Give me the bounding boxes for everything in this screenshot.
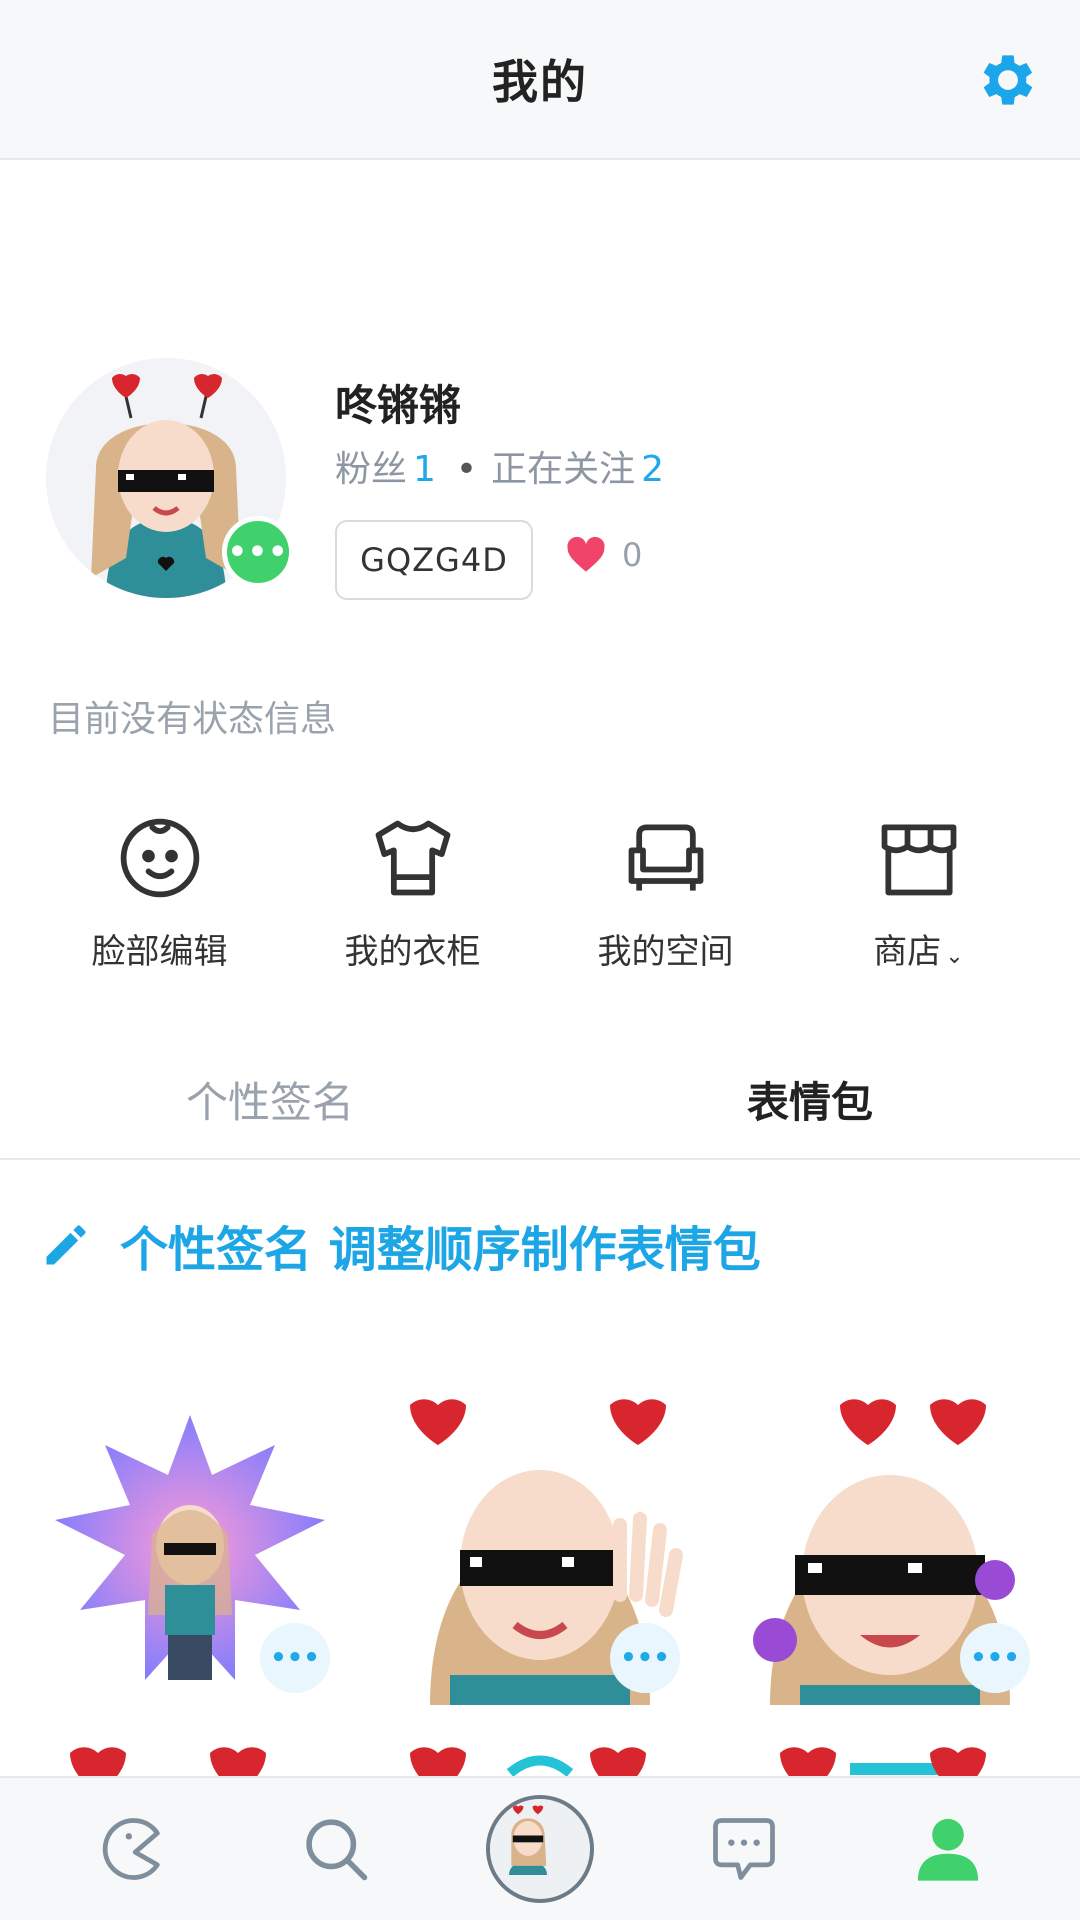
chat-icon xyxy=(713,1818,775,1880)
heart-icon xyxy=(567,536,605,572)
action-label: 脸部编辑 xyxy=(91,932,228,972)
pencil-icon xyxy=(46,1225,86,1265)
likes-count: 0 xyxy=(622,536,643,574)
avatar-icon xyxy=(486,1795,594,1903)
sticker-item[interactable]: ••• xyxy=(390,1395,690,1705)
action-label: 我的衣柜 xyxy=(344,932,481,972)
tab-stickers[interactable]: 表情包 xyxy=(540,1040,1080,1158)
nav-home[interactable] xyxy=(77,1794,187,1904)
nav-avatar-image xyxy=(490,1799,566,1875)
following-label[interactable]: 正在关注 xyxy=(491,449,635,490)
nav-search[interactable] xyxy=(281,1794,391,1904)
sticker-more-button[interactable]: ••• xyxy=(260,1623,330,1693)
username: 咚锵锵 xyxy=(335,381,462,430)
tab-signature[interactable]: 个性签名 xyxy=(0,1040,540,1158)
page-title: 我的 xyxy=(492,55,588,109)
sticker-more-button[interactable]: ••• xyxy=(960,1623,1030,1693)
gear-icon[interactable] xyxy=(974,46,1042,114)
status-message[interactable]: 目前没有状态信息 xyxy=(48,690,336,742)
edit-banner-text: 个性签名 调整顺序制作表情包 xyxy=(120,1222,761,1278)
fans-count[interactable]: 1 xyxy=(413,449,436,490)
profile-avatar[interactable]: ••• xyxy=(46,358,294,598)
profile-screen: 我的 ••• 咚锵锵 粉丝 1 • 正在关注 2 GQZG4D 0 目前没有状态… xyxy=(0,0,1080,1920)
user-code-chip[interactable]: GQZG4D xyxy=(335,520,533,600)
avatar-more-button[interactable]: ••• xyxy=(222,516,294,588)
profile-icon xyxy=(917,1818,979,1881)
sticker-item[interactable]: ••• xyxy=(740,1395,1040,1705)
shirt-icon xyxy=(375,820,450,896)
action-label: 我的空间 xyxy=(597,932,734,972)
action-store[interactable]: 商店 ⌄ xyxy=(792,812,1045,973)
action-label: 商店 ⌄ xyxy=(873,924,963,973)
search-icon xyxy=(306,1819,368,1881)
bottom-navigation xyxy=(0,1776,1080,1920)
quick-actions: 脸部编辑 我的衣柜 我的空间 商店 ⌄ xyxy=(0,812,1080,973)
nav-avatar[interactable] xyxy=(485,1794,595,1904)
nav-chat[interactable] xyxy=(689,1794,799,1904)
action-face-edit[interactable]: 脸部编辑 xyxy=(33,812,286,973)
fans-label[interactable]: 粉丝 xyxy=(335,449,407,490)
following-count[interactable]: 2 xyxy=(641,449,664,490)
edit-sticker-order[interactable]: 个性签名 调整顺序制作表情包 xyxy=(40,1210,761,1280)
follow-stats: 粉丝 1 • 正在关注 2 xyxy=(335,440,670,492)
separator-dot: • xyxy=(455,449,478,490)
sticker-item[interactable]: ••• xyxy=(40,1395,340,1705)
content-tabs: 个性签名 表情包 xyxy=(0,1040,1080,1160)
nav-profile[interactable] xyxy=(893,1794,1003,1904)
action-wardrobe[interactable]: 我的衣柜 xyxy=(286,812,539,973)
store-label: 商店 xyxy=(873,932,942,972)
action-my-space[interactable]: 我的空间 xyxy=(539,812,792,973)
pacman-icon xyxy=(102,1818,160,1880)
face-icon xyxy=(120,818,199,898)
sofa-icon xyxy=(628,824,703,891)
chevron-down-icon: ⌄ xyxy=(945,944,964,969)
likes-counter[interactable]: 0 xyxy=(566,536,642,574)
sticker-more-button[interactable]: ••• xyxy=(610,1623,680,1693)
store-icon xyxy=(881,824,956,896)
top-bar: 我的 xyxy=(0,0,1080,160)
